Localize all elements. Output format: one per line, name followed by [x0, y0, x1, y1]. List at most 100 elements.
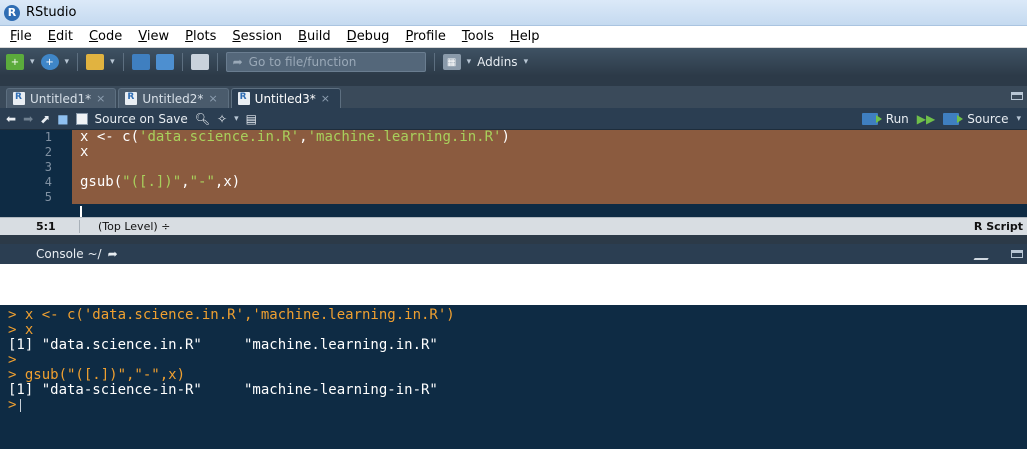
close-icon[interactable]: ×	[96, 92, 105, 105]
code-text: x <- c('data.science.in.R','machine.lear…	[80, 129, 510, 145]
forward-arrow-icon[interactable]: ➡	[23, 112, 33, 126]
toolbar-divider	[433, 53, 435, 71]
menu-debug[interactable]: Debug	[339, 29, 398, 44]
go-to-file-placeholder: Go to file/function	[248, 55, 357, 69]
save-all-icon[interactable]	[155, 54, 174, 70]
grid-layout-icon[interactable]: ▦	[442, 54, 461, 70]
tab-label: Untitled2*	[142, 91, 204, 106]
addins-dropdown-icon[interactable]: ▾	[524, 57, 529, 67]
print-icon[interactable]	[190, 54, 209, 70]
code-tools-dropdown-icon[interactable]: ▾	[234, 114, 239, 124]
pane-splitter[interactable]	[0, 235, 1027, 244]
close-icon[interactable]: ×	[208, 92, 217, 105]
console-line: > x	[8, 322, 34, 338]
minimize-pane-icon[interactable]	[1011, 92, 1023, 100]
save-icon[interactable]	[131, 54, 150, 70]
source-on-save-checkbox[interactable]	[75, 112, 88, 125]
menu-help[interactable]: Help	[502, 29, 548, 44]
addins-menu[interactable]: Addins	[477, 55, 517, 69]
tab-untitled2[interactable]: Untitled2* ×	[118, 88, 229, 108]
code-text: x	[80, 144, 89, 160]
project-dropdown-icon[interactable]: ▾	[65, 57, 70, 67]
console-prompt[interactable]: >	[8, 398, 1027, 413]
back-arrow-icon[interactable]: ⬅	[6, 112, 16, 126]
menu-build[interactable]: Build	[290, 29, 339, 44]
console-output[interactable]: > x <- c('data.science.in.R','machine.le…	[0, 305, 1027, 449]
tab-untitled3[interactable]: Untitled3* ×	[230, 88, 341, 108]
console-line: [1] "data.science.in.R" "machine.learnin…	[8, 337, 438, 353]
code-line: 3	[0, 160, 1027, 175]
source-button[interactable]: Source	[967, 112, 1008, 126]
toolbar-divider	[77, 53, 79, 71]
console-header: Console ~/ ➦	[0, 244, 1027, 264]
toolbar-divider	[122, 53, 124, 71]
show-in-window-icon[interactable]: ⬈	[40, 112, 50, 126]
rstudio-logo-icon: R	[4, 4, 20, 21]
rerun-icon[interactable]: ▶▶	[917, 112, 935, 126]
toolbar-divider	[216, 53, 218, 71]
run-button[interactable]: Run	[886, 112, 909, 126]
source-dropdown-icon[interactable]: ▾	[1016, 114, 1021, 124]
menu-code[interactable]: Code	[81, 29, 130, 44]
toolbar-divider	[181, 53, 183, 71]
tab-label: Untitled3*	[254, 91, 316, 106]
arrow-right-icon: ➦	[232, 55, 243, 69]
go-to-directory-icon[interactable]: ➦	[108, 247, 118, 261]
close-icon[interactable]: ×	[321, 92, 330, 105]
line-number: 4	[44, 175, 52, 189]
console-cursor	[20, 398, 22, 412]
line-number: 3	[44, 160, 52, 174]
r-script-icon	[237, 92, 250, 105]
code-line: 5	[0, 190, 1027, 205]
menu-edit[interactable]: Edit	[40, 29, 81, 44]
tab-label: Untitled1*	[30, 91, 92, 106]
save-icon[interactable]: ■	[57, 112, 68, 126]
r-script-icon	[13, 92, 25, 105]
menu-session[interactable]: Session	[224, 29, 290, 44]
editor-run-group: Run ▶▶ Source ▾	[861, 108, 1021, 130]
console-line: [1] "data-science-in-R" "machine-learnin…	[8, 382, 438, 398]
open-dropdown-icon[interactable]: ▾	[110, 57, 115, 67]
console-line: > x <- c('data.science.in.R','machine.le…	[8, 307, 455, 323]
window-title: RStudio	[26, 5, 77, 20]
code-editor[interactable]: 1 x <- c('data.science.in.R','machine.le…	[0, 130, 1027, 218]
line-number: 5	[44, 190, 52, 204]
menu-plots[interactable]: Plots	[177, 29, 224, 44]
search-icon[interactable]: 🔍︎	[195, 112, 210, 126]
menu-view[interactable]: View	[130, 29, 177, 44]
console-line: > gsub("([.])","-",x)	[8, 367, 186, 383]
new-file-dropdown-icon[interactable]: ▾	[30, 57, 35, 67]
new-file-icon[interactable]: +	[6, 54, 24, 70]
scope-selector[interactable]: (Top Level) ÷	[80, 220, 170, 233]
code-text: gsub("([.])","-",x)	[80, 174, 241, 190]
code-line: 1 x <- c('data.science.in.R','machine.le…	[0, 130, 1027, 145]
clear-console-icon[interactable]	[973, 248, 995, 260]
new-project-icon[interactable]: +	[40, 54, 59, 70]
source-icon	[943, 113, 964, 125]
go-to-file-input[interactable]: ➦ Go to file/function	[225, 52, 426, 72]
cursor-position: 5:1	[0, 220, 80, 233]
code-line: 4 gsub("([.])","-",x)	[0, 175, 1027, 190]
layout-dropdown-icon[interactable]: ▾	[467, 57, 472, 67]
open-file-icon[interactable]	[86, 54, 105, 70]
file-type-selector[interactable]: R Script	[974, 220, 1023, 233]
menu-tools[interactable]: Tools	[454, 29, 502, 44]
console-title[interactable]: Console ~/	[36, 247, 102, 261]
source-on-save-label: Source on Save	[94, 111, 188, 126]
tab-untitled1[interactable]: Untitled1* ×	[6, 88, 117, 108]
compile-report-icon[interactable]: ▤	[246, 112, 257, 126]
pane-gap	[0, 76, 1027, 86]
menu-bar: File Edit Code View Plots Session Build …	[0, 26, 1027, 48]
editor-toolbar: ⬅ ➡ ⬈ ■ Source on Save 🔍︎ ✧ ▾ ▤ Run ▶▶ S…	[0, 108, 1027, 130]
run-icon	[861, 113, 882, 125]
menu-profile[interactable]: Profile	[397, 29, 453, 44]
menu-file[interactable]: File	[2, 29, 40, 44]
title-bar: R RStudio	[0, 0, 1027, 26]
magic-wand-icon[interactable]: ✧	[217, 112, 227, 126]
code-line: 2 x	[0, 145, 1027, 160]
console-line: >	[8, 352, 17, 368]
line-number: 2	[44, 145, 52, 159]
r-script-icon	[125, 92, 138, 105]
main-toolbar: + ▾ + ▾ ▾ ➦ Go to file/function ▦ ▾ Addi…	[0, 48, 1027, 76]
minimize-pane-icon[interactable]	[1011, 250, 1023, 258]
